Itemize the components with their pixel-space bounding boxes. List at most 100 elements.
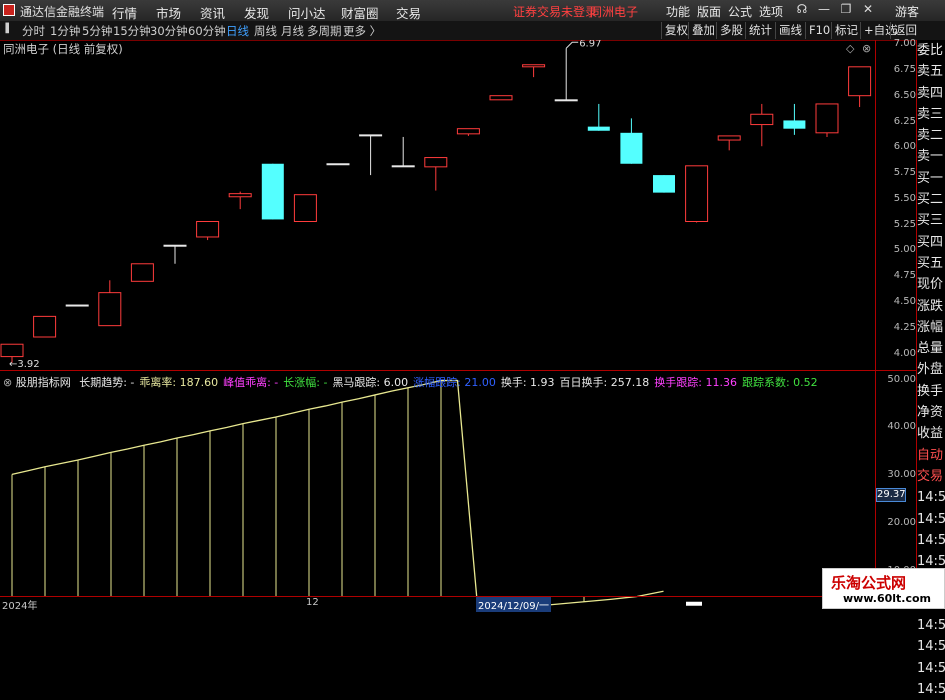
- btn-mark[interactable]: 标记: [831, 22, 861, 39]
- side-label[interactable]: 交易: [917, 466, 945, 487]
- candle-body[interactable]: [293, 194, 317, 222]
- candle-body[interactable]: [848, 66, 872, 97]
- menu-wealth[interactable]: 财富圈: [341, 3, 379, 22]
- period-5min[interactable]: 5分钟: [82, 23, 112, 39]
- candle-body[interactable]: [33, 315, 57, 338]
- indicator-field: 涨幅跟踪: 21.00: [413, 376, 496, 389]
- period-30min[interactable]: 30分钟: [150, 23, 188, 39]
- period-daily[interactable]: 日线: [226, 23, 249, 39]
- candle-body[interactable]: [456, 128, 480, 135]
- menu-options[interactable]: 选项: [759, 3, 783, 20]
- side-label: 涨幅: [917, 319, 944, 335]
- menu-function[interactable]: 功能: [666, 3, 690, 20]
- high-label: 6.97: [579, 40, 601, 49]
- btn-adjust[interactable]: 复权: [661, 22, 691, 39]
- menu-ask[interactable]: 问小达: [288, 3, 326, 22]
- price-tick: 5.00: [893, 244, 916, 256]
- menu-discover[interactable]: 发现: [244, 3, 269, 22]
- price-tick: 4.75: [893, 270, 916, 282]
- side-label[interactable]: 14:56: [917, 679, 945, 700]
- side-label[interactable]: 14:56: [917, 509, 945, 530]
- candle-body[interactable]: [326, 163, 350, 166]
- side-label: 买四: [917, 234, 944, 250]
- login-status[interactable]: 证券交易未登录: [513, 3, 597, 20]
- candle-body[interactable]: [65, 304, 89, 307]
- indicator-header: ⊗ 股朋指标网 长期趋势: - 乖离率: 187.60 峰值乖离: - 长涨幅: - 黑…: [3, 374, 818, 390]
- candle-body[interactable]: [717, 135, 741, 141]
- indicator-field: 百日换手: 257.18: [559, 376, 650, 389]
- headset-icon[interactable]: ☊: [793, 2, 811, 18]
- period-monthly[interactable]: 月线: [281, 23, 304, 39]
- indicator-name[interactable]: 股朋指标网: [16, 376, 71, 389]
- period-60min[interactable]: 60分钟: [188, 23, 226, 39]
- menu-formula[interactable]: 公式: [728, 3, 752, 20]
- candle-body[interactable]: [554, 99, 578, 102]
- candle-body[interactable]: [261, 163, 284, 220]
- user-label[interactable]: 游客: [895, 3, 919, 20]
- side-label: 买三: [917, 213, 944, 229]
- menu-news[interactable]: 资讯: [200, 3, 225, 22]
- candle-body[interactable]: [522, 64, 546, 68]
- candle-body[interactable]: [815, 103, 839, 134]
- period-toolbar: ▐ 分时 1分钟 5分钟 15分钟 30分钟 60分钟 日线 周线 月线 多周期…: [0, 21, 945, 41]
- candle-body[interactable]: [587, 126, 610, 131]
- minimize-icon[interactable]: —: [815, 2, 833, 18]
- restore-icon[interactable]: ❐: [837, 2, 855, 18]
- candle-body[interactable]: [489, 95, 513, 101]
- diamond-icon[interactable]: ◇: [846, 42, 854, 55]
- menu-market[interactable]: 市场: [156, 3, 181, 22]
- candle-body[interactable]: [685, 165, 709, 222]
- period-1min[interactable]: 1分钟: [50, 23, 80, 39]
- close-icon[interactable]: ✕: [859, 2, 877, 18]
- candle-body[interactable]: [163, 244, 187, 247]
- candle-body[interactable]: [228, 193, 252, 198]
- candle-body[interactable]: [130, 263, 154, 282]
- menu-layout[interactable]: 版面: [697, 3, 721, 20]
- indicator-settings-icon[interactable]: ⊗: [3, 376, 12, 389]
- side-label: 涨跌: [917, 298, 944, 314]
- period-weekly[interactable]: 周线: [254, 23, 277, 39]
- candle-body[interactable]: [391, 165, 415, 168]
- btn-draw[interactable]: 画线: [775, 22, 805, 39]
- period-15min[interactable]: 15分钟: [113, 23, 151, 39]
- indicator-field: 峰值乖离: -: [223, 376, 279, 389]
- side-label: 买二: [917, 192, 944, 208]
- side-label[interactable]: 14:56: [917, 530, 945, 551]
- menu-quotes[interactable]: 行情: [112, 3, 137, 22]
- btn-back[interactable]: 返回: [890, 22, 920, 39]
- candle-body[interactable]: [98, 292, 122, 327]
- menu-trade[interactable]: 交易: [396, 3, 421, 22]
- candle-body[interactable]: [620, 132, 643, 164]
- collapse-icon[interactable]: ▐: [2, 24, 9, 34]
- candle-body[interactable]: [359, 134, 383, 137]
- candle-body[interactable]: [653, 175, 675, 193]
- candle-body[interactable]: [0, 343, 24, 358]
- side-label[interactable]: 14:56: [917, 615, 945, 636]
- period-more[interactable]: 更多 〉: [343, 23, 381, 39]
- side-label[interactable]: 14:56: [917, 487, 945, 508]
- price-tick: 7.00: [893, 38, 916, 50]
- side-label: 卖三: [917, 106, 944, 122]
- side-label[interactable]: 14:56: [917, 658, 945, 679]
- side-label[interactable]: 14:56: [917, 636, 945, 657]
- side-label[interactable]: 自动: [917, 445, 945, 466]
- side-label: 现价: [917, 277, 944, 293]
- kline-chart[interactable]: 6.97 ←3.92: [0, 40, 875, 609]
- side-label: 卖五: [917, 64, 944, 80]
- quote-side-panel: 委比 卖五 卖四 卖三 卖二 卖一 买一 买二 买三 买四 买五 现价 涨跌 涨幅 总量 外盘 换手 净资 收益 自动…: [916, 40, 945, 697]
- btn-f10[interactable]: F10: [805, 22, 833, 39]
- btn-stats[interactable]: 统计: [745, 22, 775, 39]
- btn-overlay[interactable]: 叠加: [688, 22, 718, 39]
- indicator-tick: 20.00: [887, 517, 916, 529]
- period-intraday[interactable]: 分时: [22, 23, 45, 39]
- side-label: 卖四: [917, 85, 944, 101]
- candle-body[interactable]: [424, 157, 448, 168]
- candle-body[interactable]: [750, 113, 774, 126]
- indicator-field: 换手: 1.93: [500, 376, 555, 389]
- candle-body[interactable]: [783, 120, 806, 129]
- period-multi[interactable]: 多周期: [307, 23, 342, 39]
- candle-body[interactable]: [196, 221, 220, 238]
- chart-close-icon[interactable]: ⊗: [862, 42, 871, 55]
- watermark-url: www.60lt.com: [843, 592, 932, 605]
- btn-multistock[interactable]: 多股: [716, 22, 746, 39]
